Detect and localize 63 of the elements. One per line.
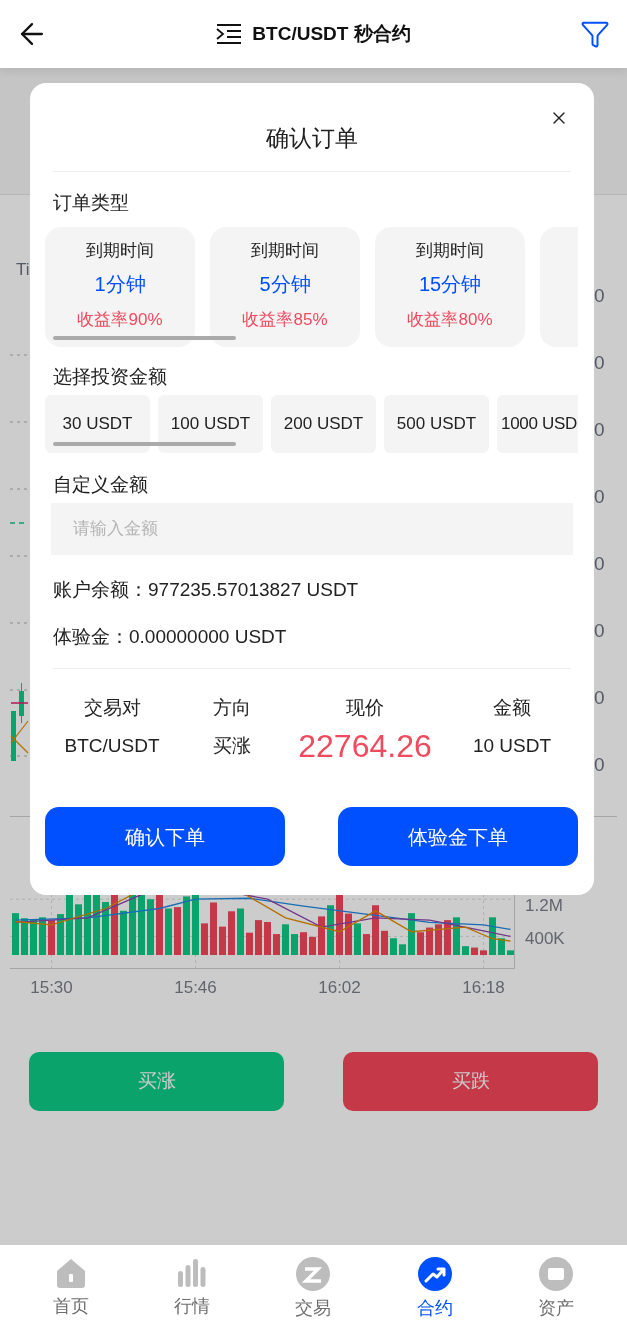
section-label: 自定义金额 <box>52 473 149 497</box>
nav-tab[interactable]: 合约 <box>384 1257 485 1322</box>
option-yield: 收益率85% <box>242 309 328 331</box>
amount-option[interactable]: 1000 USD <box>497 395 578 453</box>
option-duration: 15分钟 <box>418 272 482 297</box>
axis-label: 0 <box>594 686 606 710</box>
summary-value: BTC/USDT <box>63 734 161 758</box>
axis-label: 16:02 <box>318 977 361 999</box>
amount-option[interactable]: 200 USDT <box>271 395 376 453</box>
axis-label: 400K <box>525 929 565 949</box>
chart-label: Ti <box>16 259 31 281</box>
axis-label: 0 <box>594 485 606 509</box>
trial-order-button[interactable]: 体验金下单 <box>338 807 578 866</box>
amount-input[interactable]: 请输入金额 <box>51 503 573 555</box>
option-duration: 5分钟 <box>259 272 311 297</box>
trend-up-icon <box>417 1257 452 1291</box>
option-caption: 到期时间 <box>86 240 154 262</box>
axis-label: 0 <box>594 619 606 643</box>
option-caption: 到期时间 <box>251 240 319 262</box>
expiry-option[interactable]: 到期时间 15分钟 收益率80% <box>375 227 525 347</box>
summary-label: 交易对 <box>82 696 142 720</box>
amount-option[interactable]: 500 USDT <box>384 395 489 453</box>
axis-label: 15:30 <box>30 977 73 999</box>
axis-label: 16:18 <box>462 977 505 999</box>
nav-tab[interactable]: 交易 <box>263 1257 364 1322</box>
option-caption: 到期时间 <box>416 240 484 262</box>
expiry-option[interactable]: 到期时间 5分钟 收益率85% <box>210 227 360 347</box>
dialog-title: 确认订单 <box>265 123 358 153</box>
account-balance: 账户余额：977235.57013827 USDT <box>52 578 360 602</box>
current-price: 22764.26 <box>297 727 433 766</box>
nav-tab[interactable]: 资产 <box>506 1257 607 1322</box>
summary-value: 10 USDT <box>471 734 553 758</box>
exchange-icon <box>296 1257 331 1291</box>
section-label: 选择投资金额 <box>52 365 168 389</box>
trial-funds: 体验金：0.00000000 USDT <box>52 625 288 649</box>
confirm-order-button[interactable]: 确认下单 <box>45 807 285 866</box>
option-duration: 1分钟 <box>94 272 146 297</box>
bar-chart-icon <box>176 1257 209 1289</box>
axis-label: 15:46 <box>174 977 217 999</box>
expiry-option[interactable]: 到期时间 1分钟 收益率90% <box>45 227 195 347</box>
nav-tab[interactable]: 行情 <box>142 1257 243 1320</box>
section-label: 订单类型 <box>52 191 130 215</box>
axis-label: 0 <box>594 351 606 375</box>
summary-label: 现价 <box>345 696 385 720</box>
option-yield: 收益率80% <box>407 309 493 331</box>
buy-down-button[interactable]: 买跌 <box>343 1052 598 1111</box>
wallet-icon <box>539 1257 574 1291</box>
axis-label: 0 <box>594 552 606 576</box>
home-icon <box>54 1257 87 1289</box>
summary-label: 金额 <box>492 696 532 720</box>
page-title: BTC/USDT 秒合约 <box>252 21 411 46</box>
axis-label: 1.2M <box>525 896 564 916</box>
option-yield: 收益率90% <box>77 309 163 331</box>
axis-label: 0 <box>594 284 606 308</box>
menu-icon[interactable] <box>216 23 243 45</box>
summary-value: 买涨 <box>212 734 252 758</box>
amount-option[interactable]: 30 USDT <box>45 395 150 453</box>
nav-tab[interactable]: 首页 <box>20 1257 121 1320</box>
axis-label: 0 <box>594 418 606 442</box>
axis-label: 0 <box>594 753 606 777</box>
filter-icon <box>580 19 610 49</box>
summary-label: 方向 <box>212 696 252 720</box>
amount-option[interactable]: 100 USDT <box>158 395 263 453</box>
